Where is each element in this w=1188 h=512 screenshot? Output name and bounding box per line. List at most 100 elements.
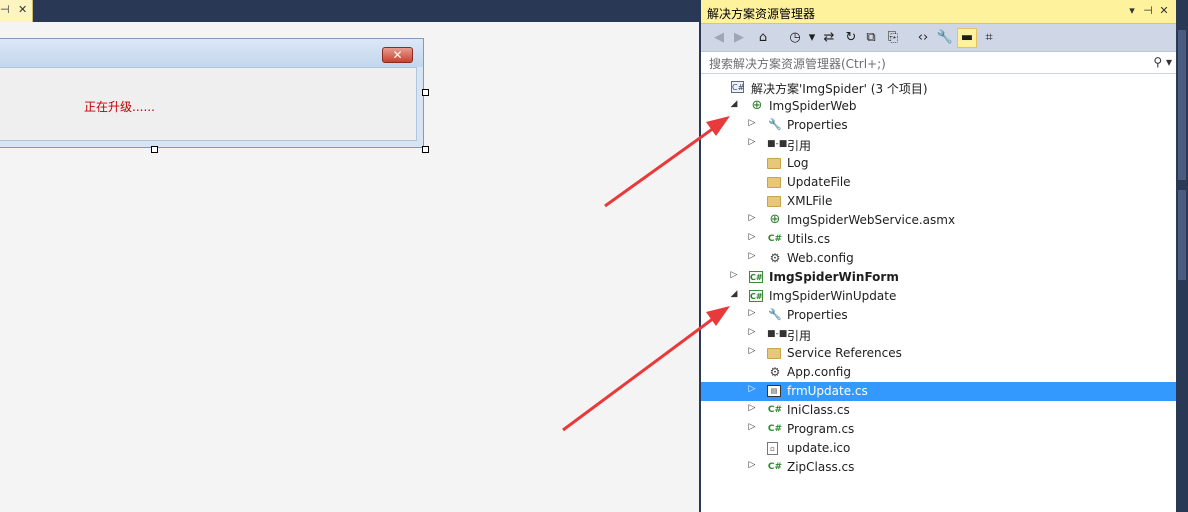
design-surface[interactable]: ✕ 正在升级...... [0, 22, 699, 512]
tree-node-label: ImgSpiderWinUpdate [769, 289, 897, 303]
tree-node[interactable]: ▷ ■-■ 引用 [701, 325, 1176, 344]
ide-window: ⊣ ✕ ✕ 正在升级...... 解决方案资源管理器 ▾ ⊣ ✕ ◀ ▶ ⌂ ◷… [0, 0, 1188, 512]
tree-node[interactable]: ▷ ▤ frmUpdate.cs [701, 382, 1176, 401]
form-title-bar: ✕ [0, 39, 423, 67]
window-dropdown-icon[interactable]: ▾ [1125, 4, 1139, 18]
tree-node[interactable]: ▷ C# ZipClass.cs [701, 458, 1176, 477]
folder-icon [767, 196, 781, 207]
tree-node-label: ImgSpiderWeb [769, 99, 857, 113]
form-close-button[interactable]: ✕ [382, 47, 413, 63]
expand-arrow-icon[interactable]: ▷ [729, 270, 739, 280]
sync-icon[interactable]: ⇄ [819, 28, 839, 48]
resize-handle-corner[interactable] [422, 146, 429, 153]
tree-node[interactable]: ⚙ App.config [701, 363, 1176, 382]
expand-arrow-icon[interactable]: ▷ [747, 308, 757, 318]
designer-area: ⊣ ✕ ✕ 正在升级...... [0, 0, 699, 512]
tree-node[interactable]: ▷ ⊕ ImgSpiderWebService.asmx [701, 211, 1176, 230]
csharp-file-icon: C# [767, 405, 783, 415]
tree-node[interactable]: ▷ ■-■ 引用 [701, 135, 1176, 154]
expand-arrow-icon[interactable]: ▷ [747, 213, 757, 223]
config-file-icon: ⚙ [769, 365, 781, 379]
expand-arrow-icon[interactable]: ▷ [747, 346, 757, 356]
expand-arrow-icon[interactable]: ▷ [747, 384, 757, 394]
tree-node-label: 引用 [787, 329, 812, 343]
tree-node-label: Program.cs [787, 422, 855, 436]
document-tabstrip: ⊣ ✕ [0, 0, 699, 22]
document-tab[interactable]: ⊣ ✕ [0, 0, 33, 22]
references-icon: ■-■ [767, 329, 788, 339]
resize-handle-right[interactable] [422, 89, 429, 96]
tree-node[interactable]: C# 解决方案'ImgSpider' (3 个项目) [701, 78, 1176, 97]
autohide-tab[interactable] [1178, 190, 1186, 280]
tree-node-label: ZipClass.cs [787, 460, 855, 474]
chevron-down-icon[interactable]: ▾ [1166, 55, 1172, 69]
expand-arrow-icon[interactable]: ▷ [747, 137, 757, 147]
tree-node[interactable]: ▷ Service References [701, 344, 1176, 363]
tree-node-label: 引用 [787, 139, 812, 153]
close-icon[interactable]: ✕ [18, 3, 27, 16]
tree-node[interactable]: ◢ C# ImgSpiderWinUpdate [701, 287, 1176, 306]
search-box[interactable]: 搜索解决方案资源管理器(Ctrl+;) ⚲ ▾ [701, 52, 1176, 74]
collapse-arrow-icon[interactable]: ◢ [729, 289, 739, 299]
tree-node[interactable]: ▷ C# IniClass.cs [701, 401, 1176, 420]
tree-node[interactable]: ▷ C# ImgSpiderWinForm [701, 268, 1176, 287]
search-input[interactable]: 搜索解决方案资源管理器(Ctrl+;) [709, 55, 886, 72]
expand-arrow-icon[interactable]: ▷ [747, 232, 757, 242]
tree-node[interactable]: ▷ C# Utils.cs [701, 230, 1176, 249]
back-icon[interactable]: ◀ [709, 28, 729, 48]
tree-node-label: Web.config [787, 251, 854, 265]
tree-node[interactable]: ▷ C# Program.cs [701, 420, 1176, 439]
expand-arrow-icon[interactable]: ▷ [747, 460, 757, 470]
folder-icon [767, 158, 781, 169]
tree-node[interactable]: ▷ 🔧 Properties [701, 116, 1176, 135]
properties-wrench-icon[interactable]: 🔧 [935, 28, 955, 48]
tree-node-label: XMLFile [787, 194, 833, 208]
autohide-strip [1176, 0, 1188, 512]
form-preview[interactable]: ✕ 正在升级...... [0, 38, 424, 148]
collapse-arrow-icon[interactable]: ◢ [729, 99, 739, 109]
pin-icon[interactable]: ⊣ [0, 3, 10, 16]
class-diagram-icon[interactable]: ⌗ [979, 28, 999, 48]
config-file-icon: ⚙ [769, 251, 781, 265]
tree-node[interactable]: XMLFile [701, 192, 1176, 211]
tree-node[interactable]: ◢ ⊕ ImgSpiderWeb [701, 97, 1176, 116]
search-icon[interactable]: ⚲ [1153, 55, 1162, 69]
csharp-file-icon: C# [767, 462, 783, 472]
csharp-file-icon: C# [767, 234, 783, 244]
expand-arrow-icon[interactable]: ▷ [747, 327, 757, 337]
pin-icon[interactable]: ⊣ [1141, 4, 1155, 18]
view-code-icon[interactable]: ‹› [913, 28, 933, 48]
form-icon: ▤ [767, 385, 781, 397]
folder-icon [767, 177, 781, 188]
autohide-tab[interactable] [1178, 30, 1186, 180]
tree-node[interactable]: ▫ update.ico [701, 439, 1176, 458]
search-controls: ⚲ ▾ [1153, 55, 1172, 69]
home-icon[interactable]: ⌂ [753, 28, 773, 48]
form-client-area: 正在升级...... [0, 67, 417, 141]
expand-arrow-icon[interactable]: ▷ [747, 422, 757, 432]
tree-node[interactable]: UpdateFile [701, 173, 1176, 192]
panel-title: 解决方案资源管理器 [707, 7, 816, 21]
tree-node-label: Properties [787, 308, 848, 322]
references-icon: ■-■ [767, 139, 788, 149]
tree-node-label: Service References [787, 346, 902, 360]
resize-handle-bottom[interactable] [151, 146, 158, 153]
csharp-file-icon: C# [767, 424, 783, 434]
tree-node-label: IniClass.cs [787, 403, 850, 417]
preview-icon[interactable]: ▬ [957, 28, 977, 48]
close-icon[interactable]: ✕ [1157, 4, 1171, 18]
solution-explorer-toolbar: ◀ ▶ ⌂ ◷ ▾ ⇄ ↻ ⧉ ⎘ ‹› 🔧 ▬ ⌗ [701, 24, 1176, 52]
expand-arrow-icon[interactable]: ▷ [747, 403, 757, 413]
tree-node-label: 解决方案'ImgSpider' (3 个项目) [751, 82, 928, 96]
tree-node[interactable]: ▷ 🔧 Properties [701, 306, 1176, 325]
tree-node[interactable]: Log [701, 154, 1176, 173]
expand-arrow-icon[interactable]: ▷ [747, 118, 757, 128]
collapse-all-icon[interactable]: ⧉ [861, 28, 881, 48]
expand-arrow-icon[interactable]: ▷ [747, 251, 757, 261]
forward-icon[interactable]: ▶ [729, 28, 749, 48]
tree-node[interactable]: ▷ ⚙ Web.config [701, 249, 1176, 268]
show-all-files-icon[interactable]: ⎘ [883, 28, 903, 48]
refresh-icon[interactable]: ↻ [841, 28, 861, 48]
solution-explorer: 解决方案资源管理器 ▾ ⊣ ✕ ◀ ▶ ⌂ ◷ ▾ ⇄ ↻ ⧉ ⎘ ‹› 🔧 ▬ ⌗ 搜索解决方案资源管… [699, 0, 1176, 512]
upgrade-status-label: 正在升级...... [84, 100, 155, 114]
